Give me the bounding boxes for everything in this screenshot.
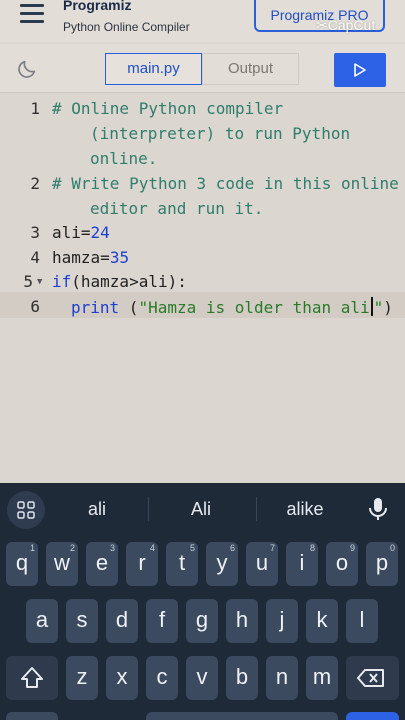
key-s[interactable]: s <box>66 599 98 643</box>
tab-main-py[interactable]: main.py <box>105 53 202 85</box>
line-number: 2 <box>30 174 40 193</box>
key-u[interactable]: u7 <box>246 542 278 586</box>
suggestion-1[interactable]: ali <box>57 499 137 520</box>
capcut-watermark: ✂CapCut <box>316 17 376 33</box>
line-number: 4 <box>30 248 40 267</box>
key-i[interactable]: i8 <box>286 542 318 586</box>
key-h[interactable]: h <box>226 599 258 643</box>
code-line-1-wrap: (interpreter) to run Python <box>90 124 351 143</box>
play-icon <box>354 63 366 77</box>
code-line-2: # Write Python 3 code in this online <box>52 174 399 193</box>
app-header: Programiz Python Online Compiler Program… <box>0 0 405 42</box>
number-literal: 24 <box>90 223 110 242</box>
key-l[interactable]: l <box>346 599 378 643</box>
key-k[interactable]: k <box>306 599 338 643</box>
key-n[interactable]: n <box>266 656 298 700</box>
code-line-5: if(hamza>ali): <box>52 272 187 291</box>
shift-key[interactable] <box>6 656 58 700</box>
code-line-1: # Online Python compiler <box>52 99 284 118</box>
moon-icon[interactable] <box>16 58 38 80</box>
key-m[interactable]: m <box>306 656 338 700</box>
key-e[interactable]: e3 <box>86 542 118 586</box>
key-f[interactable]: f <box>146 599 178 643</box>
key-v[interactable]: v <box>186 656 218 700</box>
key-p[interactable]: p0 <box>366 542 398 586</box>
line-number: 1 <box>30 99 40 118</box>
divider <box>256 497 257 521</box>
key-r[interactable]: r4 <box>126 542 158 586</box>
run-button[interactable] <box>334 53 386 87</box>
divider <box>148 497 149 521</box>
keyword: if <box>52 272 72 291</box>
code-line-1-wrap: online. <box>90 149 158 168</box>
enter-key[interactable] <box>346 712 399 720</box>
string-literal: "Hamza is older than ali <box>138 298 370 317</box>
key-q[interactable]: q1 <box>6 542 38 586</box>
variable: hamza <box>52 248 101 267</box>
keyword: print <box>71 298 120 317</box>
text-cursor <box>370 297 373 316</box>
key-c[interactable]: c <box>146 656 178 700</box>
capcut-logo-icon: ✂ <box>316 17 328 33</box>
key-g[interactable]: g <box>186 599 218 643</box>
suggestion-3[interactable]: alike <box>266 499 344 520</box>
variable: ali <box>52 223 81 242</box>
key-y[interactable]: y6 <box>206 542 238 586</box>
tab-output[interactable]: Output <box>202 53 299 85</box>
code-editor[interactable]: 1 # Online Python compiler (interpreter)… <box>0 93 405 483</box>
backspace-key[interactable] <box>346 656 399 700</box>
key-b[interactable]: b <box>226 656 258 700</box>
key-d[interactable]: d <box>106 599 138 643</box>
suggestion-2[interactable]: Ali <box>160 499 242 520</box>
editor-toolbar: main.py Output <box>0 44 405 93</box>
condition: (hamza>ali): <box>71 272 187 291</box>
key-a[interactable]: a <box>26 599 58 643</box>
operator: = <box>100 248 110 267</box>
key-t[interactable]: t5 <box>166 542 198 586</box>
key-z[interactable]: z <box>66 656 98 700</box>
number-literal: 35 <box>109 248 130 267</box>
microphone-icon[interactable] <box>364 495 392 523</box>
menu-icon[interactable] <box>20 4 44 24</box>
code-line-3: ali=24 <box>52 223 110 242</box>
code-line-2-wrap: editor and run it. <box>90 199 264 218</box>
shift-icon <box>21 667 43 688</box>
line-number: 6 <box>30 297 40 316</box>
code-line-4: hamza=35 <box>52 248 129 267</box>
brand-subtitle: Python Online Compiler <box>63 20 190 34</box>
soft-keyboard: ali Ali alike q1 w2 e3 r4 t5 y6 u7 i8 o9… <box>0 483 405 720</box>
code-line-6: print ("Hamza is older than ali ") <box>71 297 393 317</box>
backspace-icon <box>357 669 384 687</box>
suggestion-bar: ali Ali alike <box>0 483 405 533</box>
key-o[interactable]: o9 <box>326 542 358 586</box>
brand-logo[interactable]: Programiz <box>63 0 131 13</box>
key-x[interactable]: x <box>106 656 138 700</box>
grid-icon[interactable] <box>7 491 45 529</box>
fold-arrow-icon[interactable]: ▼ <box>37 277 42 287</box>
line-number: 5 <box>23 272 33 291</box>
spacebar[interactable] <box>146 712 338 720</box>
string-quote: " <box>373 298 384 317</box>
key-w[interactable]: w2 <box>46 542 78 586</box>
operator: = <box>80 223 91 242</box>
key-j[interactable]: j <box>266 599 298 643</box>
paren-open: ( <box>119 298 139 317</box>
symbols-key[interactable] <box>6 712 58 720</box>
paren-close: ) <box>383 298 393 317</box>
line-number: 3 <box>30 223 40 242</box>
